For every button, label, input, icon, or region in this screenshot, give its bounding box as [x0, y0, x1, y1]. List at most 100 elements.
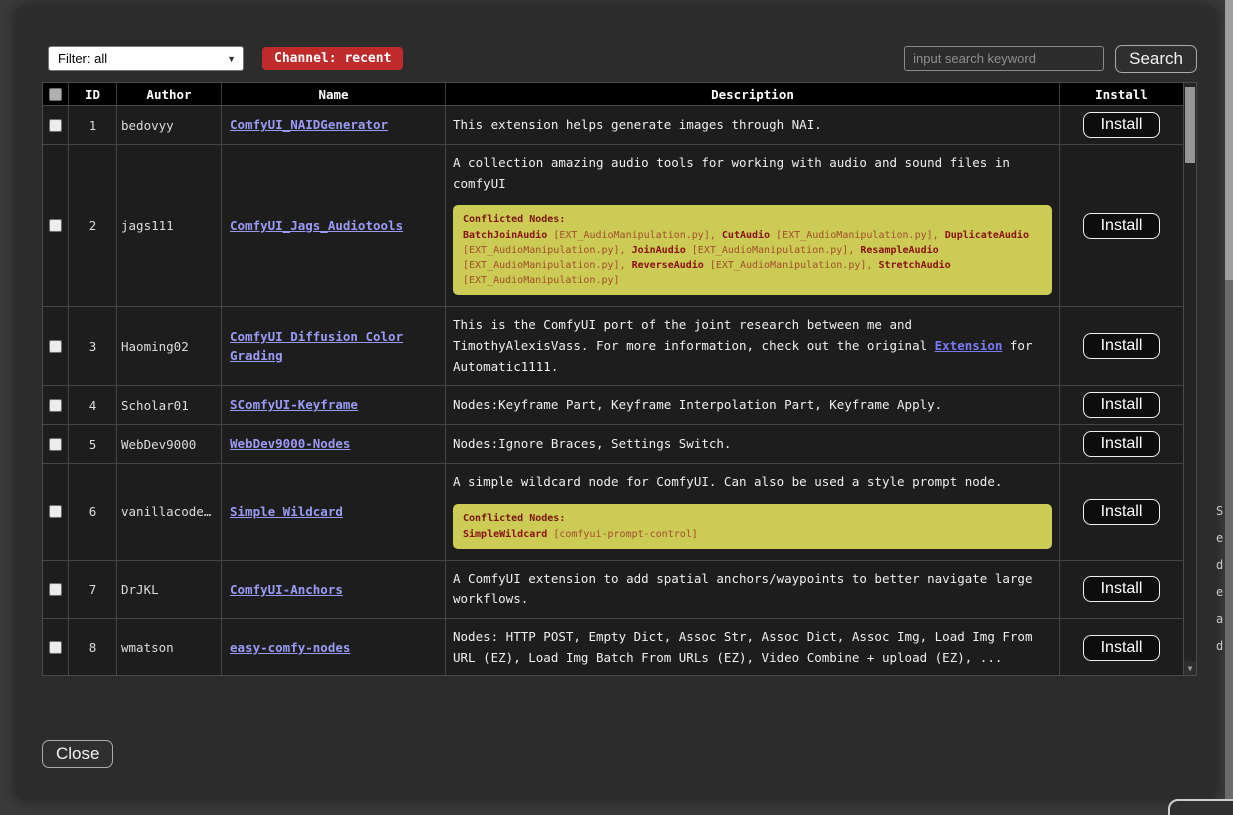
table-row: 4Scholar01SComfyUI-KeyframeNodes:Keyfram…	[43, 385, 1183, 424]
id-cell: 4	[68, 386, 116, 424]
partial-bottom-right-button[interactable]	[1168, 799, 1233, 815]
row-checkbox[interactable]	[49, 583, 62, 596]
install-cell: Install	[1059, 464, 1183, 560]
checkbox-cell	[43, 307, 68, 385]
extension-name-link[interactable]: ComfyUI_NAIDGenerator	[230, 115, 388, 134]
author-text: DrJKL	[121, 582, 159, 597]
install-button[interactable]: Install	[1083, 213, 1161, 239]
description-cell: A ComfyUI extension to add spatial ancho…	[445, 561, 1059, 618]
row-checkbox[interactable]	[49, 641, 62, 654]
install-button[interactable]: Install	[1083, 112, 1161, 138]
checkbox-cell	[43, 386, 68, 424]
checkbox-cell	[43, 464, 68, 560]
name-cell: Simple Wildcard	[221, 464, 445, 560]
install-button[interactable]: Install	[1083, 635, 1161, 661]
description-cell: Nodes: HTTP POST, Empty Dict, Assoc Str,…	[445, 619, 1059, 675]
search-button[interactable]: Search	[1115, 45, 1197, 73]
name-cell: ComfyUI_NAIDGenerator	[221, 106, 445, 144]
row-checkbox[interactable]	[49, 119, 62, 132]
table-row: 8wmatsoneasy-comfy-nodesNodes: HTTP POST…	[43, 618, 1183, 675]
header-name: Name	[221, 83, 445, 105]
id-cell: 6	[68, 464, 116, 560]
clipped-text-fragment: d	[1216, 633, 1225, 660]
conflict-list: BatchJoinAudio [EXT_AudioManipulation.py…	[463, 228, 1042, 288]
close-button[interactable]: Close	[42, 740, 113, 768]
conflict-warning: Conflicted Nodes:SimpleWildcard [comfyui…	[453, 504, 1052, 549]
page-scrollbar-thumb[interactable]	[1225, 0, 1233, 280]
header-install: Install	[1059, 83, 1183, 105]
conflict-source: [EXT_AudioManipulation.py],	[704, 260, 879, 271]
conflict-title: Conflicted Nodes:	[463, 212, 1042, 227]
install-button[interactable]: Install	[1083, 576, 1161, 602]
install-cell: Install	[1059, 145, 1183, 306]
author-text: jags111	[121, 218, 174, 233]
clipped-text-fragment: d	[1216, 552, 1225, 579]
author-cell: bedovyy	[116, 106, 221, 144]
conflict-node: ResampleAudio	[860, 245, 938, 256]
scroll-down-arrow-icon[interactable]: ▼	[1184, 661, 1196, 675]
author-text: vanillacode…	[121, 504, 211, 519]
id-cell: 2	[68, 145, 116, 306]
clipped-text-fragment: S	[1216, 498, 1225, 525]
clipped-text-fragment: a	[1216, 606, 1225, 633]
description-cell: This is the ComfyUI port of the joint re…	[445, 307, 1059, 385]
author-cell: Haoming02	[116, 307, 221, 385]
author-text: WebDev9000	[121, 437, 196, 452]
row-checkbox[interactable]	[49, 438, 62, 451]
extension-name-link[interactable]: SComfyUI-Keyframe	[230, 395, 358, 414]
conflict-source: [EXT_AudioManipulation.py],	[463, 245, 632, 256]
id-cell: 7	[68, 561, 116, 618]
conflict-source: [EXT_AudioManipulation.py],	[686, 245, 861, 256]
table: ID Author Name Description Install 1bedo…	[43, 83, 1183, 675]
table-body: 1bedovyyComfyUI_NAIDGeneratorThis extens…	[43, 105, 1183, 675]
description-cell: Nodes:Keyframe Part, Keyframe Interpolat…	[445, 386, 1059, 424]
extension-name-link[interactable]: ComfyUI_Jags_Audiotools	[230, 216, 403, 235]
conflict-node: StretchAudio	[878, 260, 950, 271]
extension-name-link[interactable]: easy-comfy-nodes	[230, 638, 350, 657]
conflict-node: BatchJoinAudio	[463, 230, 547, 241]
description-text: A ComfyUI extension to add spatial ancho…	[453, 569, 1052, 610]
conflict-node: ReverseAudio	[632, 260, 704, 271]
name-cell: ComfyUI-Anchors	[221, 561, 445, 618]
filter-select[interactable]: Filter: all ▼	[48, 46, 244, 71]
conflict-warning: Conflicted Nodes:BatchJoinAudio [EXT_Aud…	[453, 205, 1052, 295]
row-checkbox[interactable]	[49, 340, 62, 353]
extension-name-link[interactable]: ComfyUI-Anchors	[230, 580, 343, 599]
install-button[interactable]: Install	[1083, 333, 1161, 359]
description-text: A collection amazing audio tools for wor…	[453, 153, 1052, 194]
row-checkbox[interactable]	[49, 399, 62, 412]
row-checkbox[interactable]	[49, 505, 62, 518]
install-button[interactable]: Install	[1083, 499, 1161, 525]
extension-name-link[interactable]: WebDev9000-Nodes	[230, 434, 350, 453]
table-scrollbar-thumb[interactable]	[1185, 87, 1195, 163]
row-checkbox[interactable]	[49, 219, 62, 232]
table-header: ID Author Name Description Install	[43, 83, 1183, 105]
search-input[interactable]	[904, 46, 1104, 71]
extension-link[interactable]: Extension	[935, 338, 1003, 353]
description-text: This is the ComfyUI port of the joint re…	[453, 315, 1052, 377]
extension-name-link[interactable]: Simple Wildcard	[230, 502, 343, 521]
conflict-source: [EXT_AudioManipulation.py],	[770, 230, 945, 241]
install-button[interactable]: Install	[1083, 392, 1161, 418]
checkbox-cell	[43, 106, 68, 144]
description-text: A simple wildcard node for ComfyUI. Can …	[453, 472, 1052, 493]
install-cell: Install	[1059, 307, 1183, 385]
install-cell: Install	[1059, 386, 1183, 424]
filter-select-value: Filter: all	[58, 51, 107, 66]
clipped-text-fragment: e	[1216, 525, 1225, 552]
author-cell: wmatson	[116, 619, 221, 675]
conflict-source: [EXT_AudioManipulation.py]	[463, 275, 620, 286]
install-button[interactable]: Install	[1083, 431, 1161, 457]
table-row: 3Haoming02ComfyUI Diffusion Color Gradin…	[43, 306, 1183, 385]
extension-name-link[interactable]: ComfyUI Diffusion Color Grading	[230, 327, 441, 366]
select-all-checkbox[interactable]	[49, 88, 62, 101]
conflict-list: SimpleWildcard [comfyui-prompt-control]	[463, 527, 1042, 542]
page-scrollbar[interactable]	[1225, 0, 1233, 815]
table-row: 5WebDev9000WebDev9000-NodesNodes:Ignore …	[43, 424, 1183, 463]
id-cell: 5	[68, 425, 116, 463]
author-text: bedovyy	[121, 118, 174, 133]
table-scrollbar[interactable]: ▼	[1183, 83, 1196, 675]
author-cell: jags111	[116, 145, 221, 306]
install-cell: Install	[1059, 425, 1183, 463]
checkbox-cell	[43, 619, 68, 675]
